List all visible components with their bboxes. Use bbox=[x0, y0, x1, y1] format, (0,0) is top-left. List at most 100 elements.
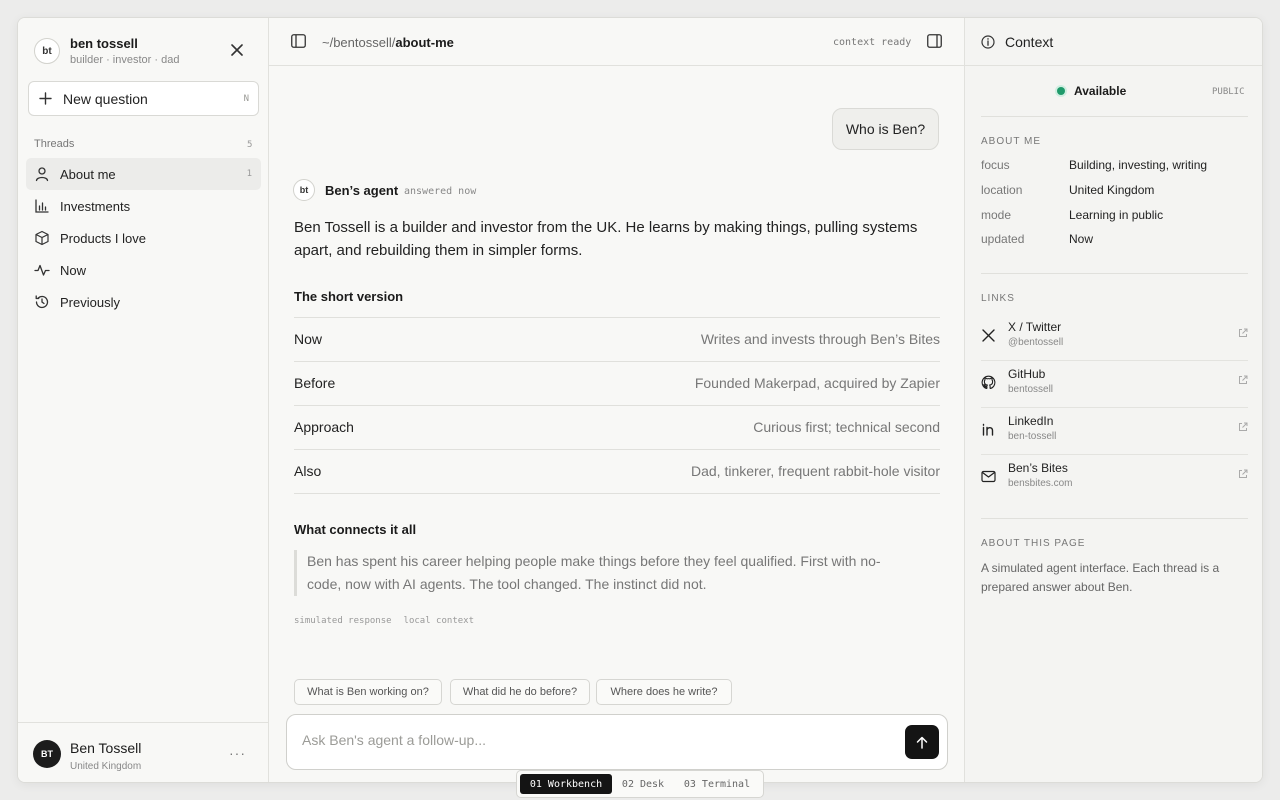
external-link-icon bbox=[1239, 422, 1248, 431]
sidebar-item-now[interactable]: Now bbox=[26, 254, 261, 286]
row-key: Now bbox=[294, 331, 323, 347]
sidebar-item-label: Now bbox=[60, 263, 87, 278]
profile-name: ben tossell bbox=[70, 36, 138, 51]
row-value: Curious first; technical second bbox=[753, 419, 940, 435]
box-icon bbox=[35, 230, 49, 246]
user-name: Ben Tossell bbox=[70, 740, 142, 756]
link-github[interactable]: GitHub bentossell bbox=[981, 361, 1248, 408]
about-value: Learning in public bbox=[1069, 208, 1164, 222]
context-title: Context bbox=[1005, 34, 1054, 50]
breadcrumb-current: about-me bbox=[395, 35, 454, 50]
agent-timestamp: answered now bbox=[404, 186, 477, 197]
profile-avatar: bt bbox=[34, 38, 60, 64]
divider bbox=[981, 116, 1248, 117]
activity-icon bbox=[34, 264, 50, 276]
agent-answer: Ben Tossell is a builder and investor fr… bbox=[294, 219, 918, 259]
more-options-button[interactable]: ··· bbox=[229, 745, 246, 761]
row-key: Before bbox=[294, 375, 336, 391]
panel-right-icon bbox=[927, 34, 942, 48]
row-key: Approach bbox=[294, 419, 354, 435]
suggestion-chip[interactable]: Where does he write? bbox=[596, 679, 732, 705]
close-icon bbox=[231, 44, 243, 56]
table-row: Now Writes and invests through Ben’s Bit… bbox=[294, 318, 940, 362]
link-bens-bites[interactable]: Ben’s Bites bensbites.com bbox=[981, 455, 1248, 502]
history-icon bbox=[35, 295, 49, 309]
mail-icon bbox=[981, 470, 996, 483]
threads-heading: Threads bbox=[34, 138, 75, 150]
status-dot bbox=[1057, 87, 1065, 95]
user-location: United Kingdom bbox=[70, 761, 142, 772]
sidebar-item-investments[interactable]: Investments bbox=[26, 190, 261, 222]
link-handle: ben-tossell bbox=[1008, 431, 1057, 442]
chat-main: ~/bentossell/about-me context ready Who … bbox=[269, 18, 964, 782]
tab-terminal[interactable]: 03 Terminal bbox=[674, 774, 760, 794]
link-name: Ben’s Bites bbox=[1008, 461, 1068, 475]
new-question-shortcut: N bbox=[243, 94, 249, 104]
tab-workbench[interactable]: 01 Workbench bbox=[520, 774, 612, 794]
toggle-context-panel-button[interactable] bbox=[927, 34, 942, 48]
info-icon bbox=[981, 35, 995, 49]
external-link-icon bbox=[1239, 328, 1248, 337]
context-status: context ready bbox=[833, 37, 912, 48]
table-row: Before Founded Makerpad, acquired by Zap… bbox=[294, 362, 940, 406]
sidebar-item-label: Products I love bbox=[60, 231, 146, 246]
about-page-text: A simulated agent interface. Each thread… bbox=[981, 561, 1220, 594]
link-handle: bensbites.com bbox=[1008, 478, 1073, 489]
send-button[interactable] bbox=[905, 725, 939, 759]
context-panel: Context Available PUBLIC ABOUT ME focus … bbox=[964, 18, 1262, 782]
bar-chart-icon bbox=[35, 199, 49, 213]
toggle-sidebar-button[interactable] bbox=[291, 34, 306, 48]
sidebar-toggle-icon bbox=[291, 34, 306, 48]
links-heading: LINKS bbox=[981, 293, 1015, 304]
sidebar-item-label: Previously bbox=[60, 295, 120, 310]
divider bbox=[981, 518, 1248, 519]
tab-desk[interactable]: 02 Desk bbox=[612, 774, 674, 794]
link-handle: bentossell bbox=[1008, 384, 1054, 395]
user-message: Who is Ben? bbox=[832, 108, 939, 150]
agent-avatar: bt bbox=[293, 179, 315, 201]
user-icon bbox=[35, 167, 49, 182]
about-key: location bbox=[981, 183, 1023, 197]
sidebar-item-label: Investments bbox=[60, 199, 131, 214]
about-value: United Kingdom bbox=[1069, 183, 1155, 197]
about-value: Now bbox=[1069, 232, 1094, 246]
meta-tag: simulated response bbox=[294, 616, 392, 626]
close-sidebar-button[interactable] bbox=[227, 40, 247, 60]
visibility-badge: PUBLIC bbox=[1212, 87, 1245, 97]
context-header: Context bbox=[965, 18, 1262, 66]
breadcrumb-prefix: ~/bentossell/ bbox=[322, 35, 396, 50]
about-key: mode bbox=[981, 208, 1012, 222]
external-link-icon bbox=[1239, 375, 1248, 384]
suggestion-chip[interactable]: What did he do before? bbox=[450, 679, 590, 705]
mode-tabs: 01 Workbench 02 Desk 03 Terminal bbox=[516, 770, 764, 798]
about-value: Building, investing, writing bbox=[1069, 158, 1208, 172]
composer bbox=[286, 714, 948, 770]
link-linkedin[interactable]: LinkedIn ben-tossell bbox=[981, 408, 1248, 455]
linkedin-icon bbox=[982, 423, 994, 436]
sidebar-item-previously[interactable]: Previously bbox=[26, 286, 261, 318]
connects-heading: What connects it all bbox=[294, 522, 417, 537]
x-icon bbox=[982, 329, 995, 342]
new-question-button[interactable]: New question N bbox=[28, 81, 259, 116]
follow-up-input[interactable] bbox=[302, 732, 882, 748]
suggestion-chip[interactable]: What is Ben working on? bbox=[294, 679, 442, 705]
row-key: Also bbox=[294, 463, 322, 479]
threads-count: 5 bbox=[247, 140, 253, 150]
table-row: Also Dad, tinkerer, frequent rabbit-hole… bbox=[294, 450, 940, 494]
user-avatar: BT bbox=[33, 740, 61, 768]
row-value: Dad, tinkerer, frequent rabbit-hole visi… bbox=[690, 463, 940, 479]
top-bar: ~/bentossell/about-me context ready bbox=[269, 18, 964, 66]
sidebar-item-products[interactable]: Products I love bbox=[26, 222, 261, 254]
breadcrumb: ~/bentossell/about-me bbox=[322, 35, 454, 50]
arrow-up-icon bbox=[916, 736, 928, 749]
meta-tag: local context bbox=[403, 616, 474, 626]
link-name: GitHub bbox=[1008, 367, 1046, 381]
link-twitter[interactable]: X / Twitter @bentossell bbox=[981, 314, 1248, 361]
about-key: focus bbox=[981, 158, 1010, 172]
sidebar-item-about-me[interactable]: About me 1 bbox=[26, 158, 261, 190]
new-question-label: New question bbox=[63, 91, 148, 107]
agent-name: Ben’s agent bbox=[325, 183, 399, 198]
sidebar-item-label: About me bbox=[60, 167, 116, 182]
link-handle: @bentossell bbox=[1008, 337, 1064, 348]
about-me-heading: ABOUT ME bbox=[981, 136, 1042, 147]
